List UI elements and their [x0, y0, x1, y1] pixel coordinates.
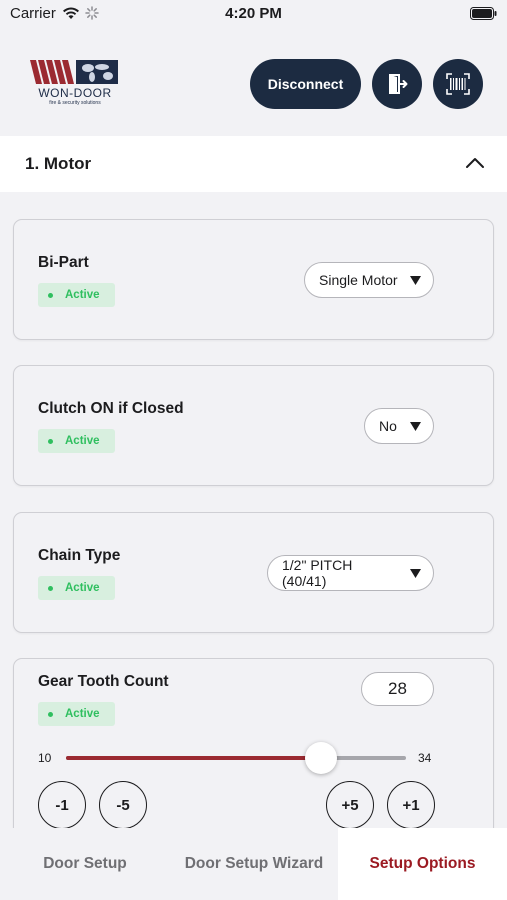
disconnect-button[interactable]: Disconnect: [250, 59, 361, 109]
bi-part-card: Bi-Part Active Single Motor: [13, 219, 494, 340]
status-label: Active: [65, 435, 100, 447]
clock: 4:20 PM: [225, 5, 282, 22]
clutch-card: Clutch ON if Closed Active No: [13, 365, 494, 486]
decrement-1-button[interactable]: -1: [38, 781, 86, 829]
status-dot-icon: [48, 585, 53, 591]
gear-tooth-slider[interactable]: [66, 742, 406, 774]
slider-thumb[interactable]: [305, 742, 337, 774]
status-badge: Active: [38, 429, 115, 453]
status-badge: Active: [38, 283, 115, 307]
clutch-select[interactable]: No: [364, 408, 434, 444]
app-header: WON-DOOR fire & security solutions Disco…: [0, 30, 507, 135]
caret-down-icon: [410, 421, 421, 431]
status-bar: Carrier 4:20 PM: [0, 0, 507, 30]
chevron-up-icon[interactable]: [465, 156, 485, 170]
battery-icon: [470, 7, 497, 20]
logo-mark-icon: [30, 60, 118, 84]
status-label: Active: [65, 289, 100, 301]
slider-fill: [66, 756, 321, 760]
won-door-logo: WON-DOOR fire & security solutions: [30, 58, 120, 108]
card-title: Bi-Part: [38, 254, 89, 271]
scan-button[interactable]: [433, 59, 483, 109]
decrement-5-button[interactable]: -5: [99, 781, 147, 829]
card-title: Clutch ON if Closed: [38, 400, 184, 417]
select-value: Single Motor: [319, 272, 398, 288]
status-label: Active: [65, 582, 100, 594]
barcode-scan-icon: [446, 73, 470, 95]
status-badge: Active: [38, 702, 115, 726]
increment-5-button[interactable]: +5: [326, 781, 374, 829]
slider-max-label: 34: [418, 751, 432, 765]
card-title: Chain Type: [38, 547, 121, 564]
caret-down-icon: [410, 275, 421, 285]
status-dot-icon: [48, 711, 53, 717]
logo-wordmark: WON-DOOR: [38, 86, 112, 100]
select-value: 1/2" PITCH (40/41): [282, 557, 353, 589]
motor-section-header[interactable]: 1. Motor: [0, 136, 507, 192]
status-dot-icon: [48, 292, 53, 298]
exit-door-icon: [389, 74, 408, 94]
section-title: 1. Motor: [25, 154, 92, 173]
chain-type-select[interactable]: 1/2" PITCH (40/41): [267, 555, 434, 591]
select-value: No: [379, 418, 397, 434]
tab-door-setup[interactable]: Door Setup: [0, 828, 170, 900]
bi-part-select[interactable]: Single Motor: [304, 262, 434, 298]
card-title: Gear Tooth Count: [38, 673, 169, 690]
chain-type-card: Chain Type Active 1/2" PITCH (40/41): [13, 512, 494, 633]
tab-setup-options[interactable]: Setup Options: [338, 828, 507, 900]
increment-1-button[interactable]: +1: [387, 781, 435, 829]
slider-min-label: 10: [38, 751, 52, 765]
status-label: Active: [65, 708, 100, 720]
logo-tagline: fire & security solutions: [49, 100, 101, 106]
status-badge: Active: [38, 576, 115, 600]
caret-down-icon: [410, 568, 421, 578]
status-dot-icon: [48, 438, 53, 444]
gear-tooth-value[interactable]: 28: [361, 672, 434, 706]
tab-door-setup-wizard[interactable]: Door Setup Wizard: [170, 828, 338, 900]
bottom-tab-bar: Door Setup Door Setup Wizard Setup Optio…: [0, 828, 507, 900]
exit-button[interactable]: [372, 59, 422, 109]
